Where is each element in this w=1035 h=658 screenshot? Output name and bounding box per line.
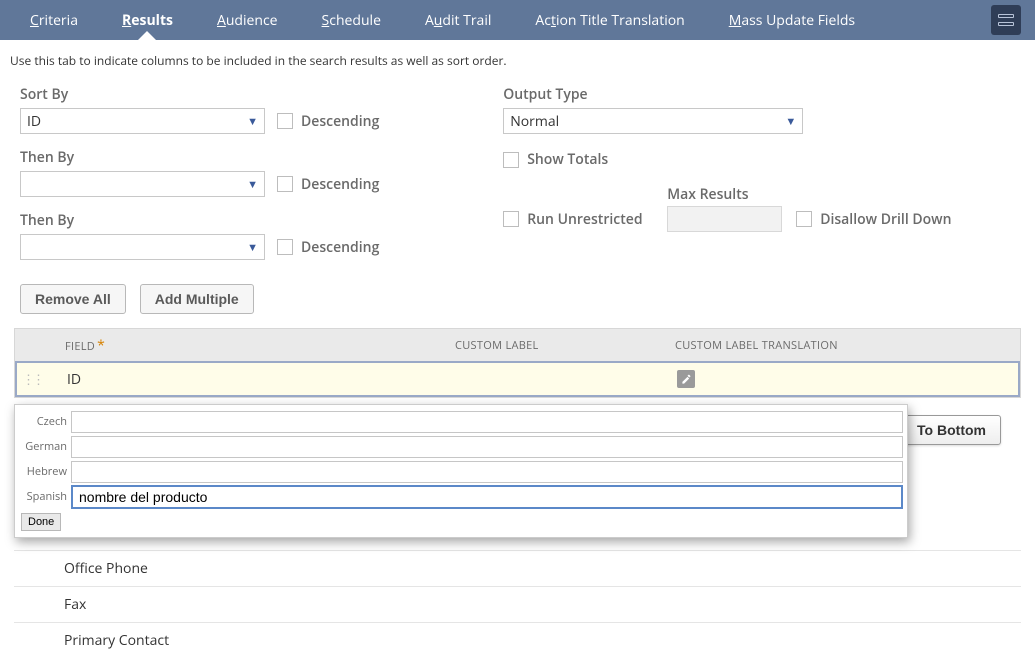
then-by-2-dropdown[interactable]: ▼ (20, 234, 265, 260)
then-by-1-label: Then By (20, 148, 443, 167)
then-by-1-descending-checkbox[interactable] (277, 176, 293, 192)
show-totals-checkbox[interactable] (503, 152, 519, 168)
grid-cell-field: Primary Contact (64, 631, 169, 650)
tab-results[interactable]: Results (100, 0, 195, 40)
descending-label: Descending (301, 175, 379, 194)
then-by-2-label: Then By (20, 211, 443, 230)
output-type-dropdown[interactable]: Normal ▼ (503, 108, 803, 134)
add-multiple-button[interactable]: Add Multiple (140, 284, 254, 314)
done-button[interactable]: Done (21, 513, 61, 531)
grid-cell-field[interactable]: ID (47, 370, 457, 389)
run-unrestricted-label: Run Unrestricted (527, 210, 642, 229)
lang-input-spanish[interactable] (71, 485, 903, 509)
descending-label: Descending (301, 112, 379, 131)
sort-by-dropdown[interactable]: ID ▼ (20, 108, 265, 134)
show-totals-label: Show Totals (527, 150, 608, 169)
lang-label-spanish: Spanish (19, 489, 71, 504)
results-columns-grid: FIELD* CUSTOM LABEL CUSTOM LABEL TRANSLA… (14, 328, 1021, 398)
grid-header-custom-label-translation: CUSTOM LABEL TRANSLATION (675, 338, 1020, 353)
to-bottom-button[interactable]: To Bottom (902, 415, 1001, 445)
output-type-label: Output Type (503, 85, 1015, 104)
grid-cell-field: Fax (64, 595, 86, 614)
lang-label-hebrew: Hebrew (19, 464, 71, 479)
grid-row[interactable]: Fax (14, 586, 1021, 622)
grid-header: FIELD* CUSTOM LABEL CUSTOM LABEL TRANSLA… (15, 329, 1020, 361)
then-by-1-dropdown[interactable]: ▼ (20, 171, 265, 197)
remove-all-button[interactable]: Remove All (20, 284, 126, 314)
disallow-drill-down-checkbox[interactable] (796, 211, 812, 227)
grid-cell-field: Office Phone (64, 559, 148, 578)
lang-input-hebrew[interactable] (71, 461, 903, 483)
pencil-icon (681, 374, 692, 385)
caret-down-icon: ▼ (247, 114, 258, 129)
run-unrestricted-checkbox[interactable] (503, 211, 519, 227)
caret-down-icon: ▼ (247, 177, 258, 192)
collapse-toggle-button[interactable] (991, 5, 1021, 35)
lang-input-german[interactable] (71, 436, 903, 458)
sort-by-label: Sort By (20, 85, 443, 104)
descending-label: Descending (301, 238, 379, 257)
tab-audience[interactable]: Audience (195, 0, 300, 40)
lang-label-german: German (19, 439, 71, 454)
required-asterisk-icon: * (97, 336, 105, 355)
lang-input-czech[interactable] (71, 411, 903, 433)
then-by-2-descending-checkbox[interactable] (277, 239, 293, 255)
output-type-value: Normal (510, 112, 559, 131)
tab-instruction: Use this tab to indicate columns to be i… (0, 40, 1035, 69)
drag-handle-icon[interactable] (17, 370, 47, 388)
grid-header-field: FIELD (65, 339, 95, 354)
max-results-label: Max Results (667, 185, 748, 204)
translation-popup: Czech German Hebrew Spanish Done (14, 404, 908, 538)
max-results-input[interactable] (667, 206, 782, 232)
tab-audit-trail[interactable]: Audit Trail (403, 0, 513, 40)
disallow-drill-down-label: Disallow Drill Down (820, 210, 951, 229)
tab-mass-update-fields[interactable]: Mass Update Fields (707, 0, 877, 40)
tab-schedule[interactable]: Schedule (300, 0, 403, 40)
grid-row[interactable]: Office Phone (14, 550, 1021, 586)
sort-by-descending-checkbox[interactable] (277, 113, 293, 129)
grid-row-active[interactable]: ID (15, 361, 1020, 397)
edit-translation-button[interactable] (677, 370, 695, 388)
lang-label-czech: Czech (19, 414, 71, 429)
tab-bar: Criteria Results Audience Schedule Audit… (0, 0, 1035, 40)
grid-header-custom-label: CUSTOM LABEL (455, 338, 675, 353)
caret-down-icon: ▼ (247, 240, 258, 255)
grid-row[interactable]: Primary Contact (14, 622, 1021, 658)
tab-criteria[interactable]: Criteria (8, 0, 100, 40)
sort-by-value: ID (27, 112, 41, 131)
caret-down-icon: ▼ (785, 114, 796, 129)
tab-action-title-translation[interactable]: Action Title Translation (513, 0, 706, 40)
